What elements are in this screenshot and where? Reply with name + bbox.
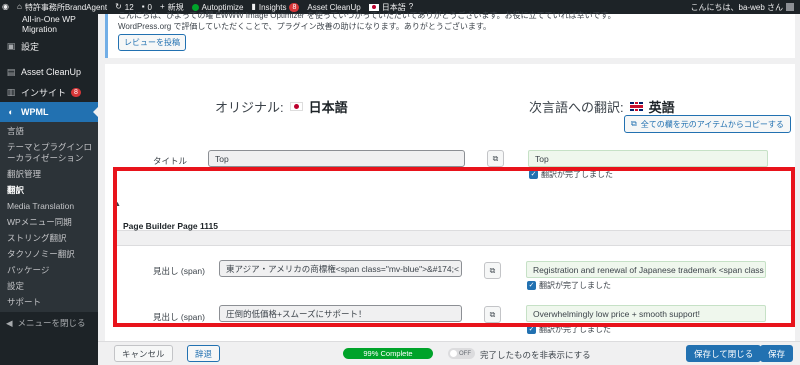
translation-language: 英語 <box>648 100 675 115</box>
copy-icon: ⧉ <box>489 265 496 275</box>
insights-icon: ▥ <box>6 86 16 97</box>
title-complete-checkbox[interactable]: ✓ 翻訳が完了しました <box>529 169 613 180</box>
notice-text: WordPress.org で評価していただくことで、プラグイン改善の助けになり… <box>118 22 492 31</box>
post-review-button[interactable]: レビューを投稿 <box>118 34 186 51</box>
sidebar-item-settings[interactable]: ▣ 設定 <box>0 36 98 56</box>
plugin-notice: こんにちは、ひよっての曜 EWWW Image Optimizer を使っていつ… <box>105 11 795 58</box>
collapse-menu-button[interactable]: ◀ メニューを閉じる <box>0 312 98 334</box>
page-builder-section-title: Page Builder Page 1115 <box>123 221 218 231</box>
submenu-string-translation[interactable]: ストリング翻訳 <box>0 233 98 244</box>
submenu-support[interactable]: サポート <box>0 297 98 308</box>
copy-icon: ⧉ <box>631 119 637 128</box>
sidebar-item-label: All-in-One WP Migration <box>22 14 76 34</box>
site-name-menu[interactable]: ⌂ 特許事務所BrandAgent <box>17 2 107 13</box>
collapse-menu-label: メニューを閉じる <box>17 318 86 328</box>
settings-icon: ▣ <box>6 40 16 51</box>
original-language: 日本語 <box>308 100 348 115</box>
copy-all-fields-button[interactable]: ⧉ 全ての欄を元のアイテムからコピーする <box>624 115 791 133</box>
wpml-icon: ◐ <box>8 107 14 117</box>
editor-footer: キャンセル 辞退 99% Complete OFF 完了したものを非表示にする … <box>98 341 800 365</box>
sidebar-item-label: 設定 <box>21 41 40 52</box>
wp-logo-menu[interactable]: ◉ <box>2 3 9 11</box>
submenu-translation-management[interactable]: 翻訳管理 <box>0 169 98 180</box>
heading-row-label: 見出し (span) <box>153 266 205 276</box>
progress-label: 99% Complete <box>363 349 413 358</box>
notice-text-cut: こんにちは、ひよっての曜 EWWW Image Optimizer を使っていつ… <box>118 11 616 20</box>
heading-translation-field[interactable]: Registration and renewal of Japanese tra… <box>526 261 766 278</box>
submenu-media-translation[interactable]: Media Translation <box>0 201 98 212</box>
submenu-packages[interactable]: パッケージ <box>0 265 98 276</box>
checkbox-checked-icon: ✓ <box>529 170 538 179</box>
main-content: こんにちは、ひよっての曜 EWWW Image Optimizer を使っていつ… <box>98 11 800 365</box>
copy-title-button[interactable]: ⧉ <box>487 150 504 167</box>
complete-label: 翻訳が完了しました <box>539 325 611 334</box>
home-icon: ⌂ <box>16 2 22 11</box>
title-source-field: Top <box>208 150 465 167</box>
section-divider <box>117 230 795 246</box>
japan-flag-icon <box>289 102 303 111</box>
title-row-label: タイトル <box>153 156 188 166</box>
asset-cleanup-icon: ▤ <box>6 66 16 77</box>
submenu-theme-plugin-localization[interactable]: テーマとプラグインローカライゼーション <box>0 142 98 164</box>
copy-heading-button[interactable]: ⧉ <box>484 306 501 323</box>
sidebar-item-insights[interactable]: ▥ インサイト 8 <box>0 82 98 102</box>
resign-button[interactable]: 辞退 <box>187 345 221 362</box>
submenu-translations[interactable]: 翻訳 <box>0 185 98 196</box>
sidebar-item-wpml[interactable]: ◐ WPML <box>0 102 98 122</box>
original-language-header: オリジナル: 日本語 <box>215 97 348 116</box>
original-label: オリジナル: <box>215 100 284 115</box>
progress-bar: 99% Complete <box>343 348 433 359</box>
heading-translation-field[interactable]: Overwhelmingly low price + smooth suppor… <box>526 305 766 322</box>
sidebar-item-label: インサイト <box>21 87 67 98</box>
avatar <box>786 3 794 11</box>
uk-flag-icon <box>629 102 643 111</box>
toggle-knob <box>450 350 457 357</box>
submenu-taxonomy-translation[interactable]: タクソノミー翻訳 <box>0 249 98 260</box>
complete-label: 翻訳が完了しました <box>539 281 611 290</box>
wpml-submenu: 言語 テーマとプラグインローカライゼーション 翻訳管理 翻訳 Media Tra… <box>0 122 98 312</box>
admin-sidebar: All-in-One WP Migration ▣ 設定 ▤ Asset Cle… <box>0 14 98 365</box>
heading-complete-checkbox[interactable]: ✓ 翻訳が完了しました <box>527 280 611 291</box>
complete-label: 翻訳が完了しました <box>541 170 613 179</box>
wordpress-logo-icon: ◉ <box>2 2 9 11</box>
heading-complete-checkbox[interactable]: ✓ 翻訳が完了しました <box>527 324 611 335</box>
submenu-settings[interactable]: 設定 <box>0 281 98 292</box>
checkbox-checked-icon: ✓ <box>527 325 536 334</box>
hide-completed-label: 完了したものを非表示にする <box>480 350 591 360</box>
title-translation-field[interactable]: Top <box>528 150 768 167</box>
submenu-wp-menus-sync[interactable]: WPメニュー同期 <box>0 217 98 228</box>
sidebar-item-label: Asset CleanUp <box>21 67 82 77</box>
translation-language-header: 次言語への翻訳: 英語 <box>529 97 675 116</box>
collapse-arrow-icon: ◀ <box>6 317 13 328</box>
toggle-state: OFF <box>459 350 471 357</box>
copy-all-label: 全ての欄を元のアイテムからコピーする <box>640 119 784 129</box>
sidebar-item-label: WPML <box>21 107 49 117</box>
sidebar-item-all-in-one-migration[interactable]: All-in-One WP Migration <box>0 14 98 36</box>
submenu-languages[interactable]: 言語 <box>0 126 98 137</box>
translation-label: 次言語への翻訳: <box>529 100 624 115</box>
sidebar-item-asset-cleanup[interactable]: ▤ Asset CleanUp <box>0 62 98 82</box>
insights-badge: 8 <box>71 87 81 97</box>
cancel-button[interactable]: キャンセル <box>114 345 173 362</box>
heading-row-label: 見出し (span) <box>153 312 205 322</box>
collapse-caret-icon[interactable]: ▲ <box>114 201 121 208</box>
site-name: 特許事務所BrandAgent <box>24 2 108 12</box>
copy-heading-button[interactable]: ⧉ <box>484 262 501 279</box>
heading-source-field: 圧倒的低価格+スムーズにサポート！ <box>219 305 462 322</box>
save-and-close-button[interactable]: 保存して閉じる <box>686 345 762 362</box>
checkbox-checked-icon: ✓ <box>527 281 536 290</box>
copy-icon: ⧉ <box>492 153 499 163</box>
save-button[interactable]: 保存 <box>760 345 794 362</box>
heading-source-field: 東アジア・アメリカの商標権<span class="mv-blue">&#174… <box>219 260 462 277</box>
hide-completed-toggle[interactable]: OFF <box>448 348 475 359</box>
copy-icon: ⧉ <box>489 309 496 319</box>
